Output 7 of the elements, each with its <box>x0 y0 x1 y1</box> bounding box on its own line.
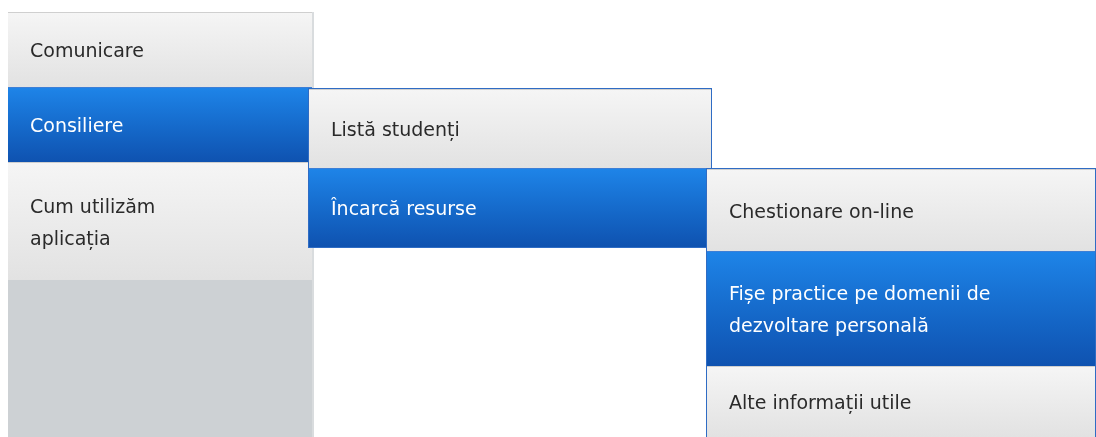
menu-item[interactable]: Alte informații utile <box>707 366 1095 437</box>
menu-item[interactable]: Fișe practice pe domenii de dezvoltare personală <box>707 251 1095 366</box>
menu-item[interactable]: Comunicare <box>8 12 312 87</box>
menu-item[interactable]: Cum utilizăm aplicația <box>8 162 312 280</box>
menu-item[interactable]: Listă studenți <box>309 89 711 168</box>
menu-item[interactable]: Chestionare on-line <box>707 169 1095 251</box>
menu-item[interactable]: Consiliere <box>8 87 312 162</box>
